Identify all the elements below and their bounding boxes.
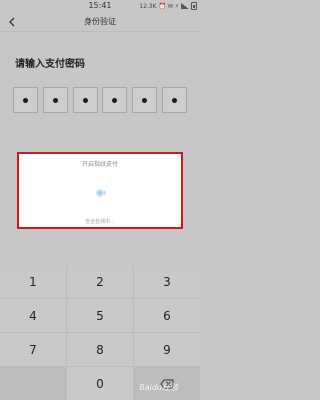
- signal-icon: [181, 3, 189, 9]
- pin-dot: [52, 97, 58, 103]
- pin-dot: [112, 97, 118, 103]
- pin-box[interactable]: [161, 87, 187, 113]
- fingerprint-dialog: 开启指纹支付 安全检测中...: [17, 152, 183, 229]
- key-1[interactable]: 1: [0, 265, 66, 298]
- pin-dot: [82, 97, 88, 103]
- pin-dot: [171, 97, 177, 103]
- number-keypad: 1 2 3 4 5 6 7 8 9 0: [0, 265, 200, 400]
- fingerprint-status: 安全检测中...: [85, 219, 115, 225]
- pin-box[interactable]: [42, 87, 68, 113]
- header: 身份验证: [0, 12, 200, 32]
- key-4[interactable]: 4: [0, 299, 66, 332]
- key-6[interactable]: 6: [134, 299, 200, 332]
- key-blank: [0, 367, 66, 400]
- pin-box[interactable]: [102, 87, 128, 113]
- status-icons: 12.3K ⏰ ✉ ⚡: [139, 0, 197, 12]
- pin-dot: [142, 97, 148, 103]
- battery-icon: [191, 2, 197, 10]
- pin-box[interactable]: [132, 87, 158, 113]
- key-2[interactable]: 2: [67, 265, 133, 298]
- key-9[interactable]: 9: [134, 333, 200, 366]
- key-3[interactable]: 3: [134, 265, 200, 298]
- pin-dot: [23, 97, 28, 103]
- fingerprint-loading-icon: [96, 189, 106, 197]
- pin-input[interactable]: [13, 87, 187, 113]
- password-prompt: 请输入支付密码: [15, 59, 85, 70]
- watermark: Baidu经验: [139, 383, 178, 392]
- status-bar: 15:41 12.3K ⏰ ✉ ⚡: [0, 0, 200, 12]
- page-title: 身份验证: [84, 17, 116, 26]
- key-5[interactable]: 5: [67, 299, 133, 332]
- status-text: 12.3K ⏰ ✉ ⚡: [139, 2, 179, 10]
- pin-box[interactable]: [13, 87, 38, 113]
- key-0[interactable]: 0: [67, 367, 133, 400]
- pin-box[interactable]: [72, 87, 98, 113]
- key-7[interactable]: 7: [0, 333, 66, 366]
- fingerprint-dialog-title: 开启指纹支付: [81, 161, 118, 168]
- key-8[interactable]: 8: [67, 333, 133, 366]
